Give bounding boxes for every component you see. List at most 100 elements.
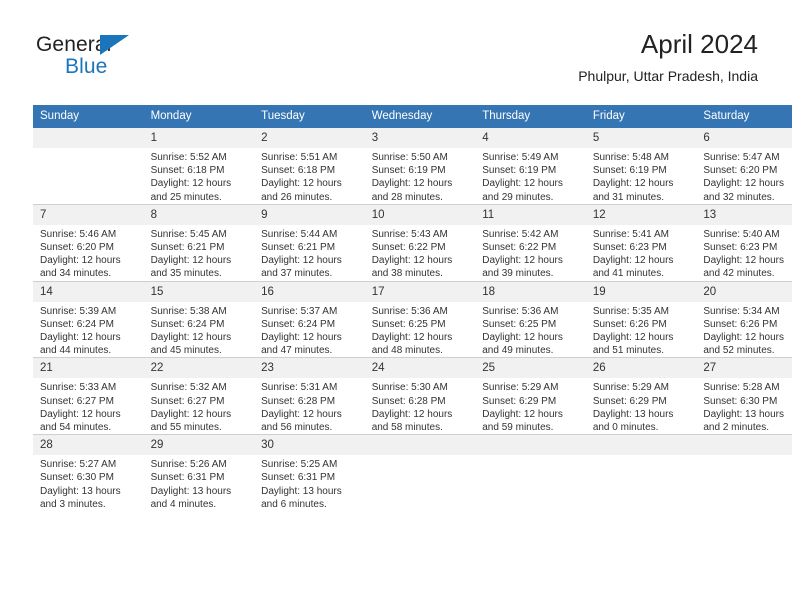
day-detail-line: and 55 minutes. <box>150 422 222 434</box>
calendar-day-cell[interactable]: 6 Sunrise: 5:47 AM Sunset: 6:20 PM Daylight… <box>696 127 792 205</box>
day-detail-line: Sunrise: 5:39 AM <box>40 305 117 317</box>
calendar-empty-cell <box>364 434 476 512</box>
day-detail-line: Sunrise: 5:32 AM <box>150 382 227 394</box>
calendar-day-cell[interactable]: 1 Sunrise: 5:52 AM Sunset: 6:18 PM Daylight… <box>143 127 255 205</box>
day-detail-line: Sunset: 6:21 PM <box>261 242 336 254</box>
day-detail-line: Daylight: 12 hours <box>482 255 563 267</box>
day-detail-line: Sunrise: 5:29 AM <box>592 382 669 394</box>
calendar-day-cell[interactable]: 5 Sunrise: 5:48 AM Sunset: 6:19 PM Daylight… <box>585 127 697 205</box>
calendar-week-row: 21 Sunrise: 5:33 AM Sunset: 6:27 PM Dayligh… <box>33 357 792 436</box>
day-detail-line: Sunset: 6:24 PM <box>150 318 225 330</box>
calendar-day-cell[interactable]: 16 Sunrise: 5:37 AM Sunset: 6:24 PM Dayligh… <box>254 280 365 359</box>
calendar-day-cell[interactable]: 23 Sunrise: 5:31 AM Sunset: 6:28 PM Dayligh… <box>254 357 365 436</box>
day-number: 28 <box>33 435 144 456</box>
calendar-day-cell[interactable]: 4 Sunrise: 5:49 AM Sunset: 6:19 PM Daylight… <box>475 127 586 205</box>
day-number: 15 <box>143 281 255 302</box>
day-details: Sunrise: 5:27 AM Sunset: 6:30 PM Daylight:… <box>33 455 144 511</box>
calendar-day-cell[interactable]: 8 Sunrise: 5:45 AM Sunset: 6:21 PM Daylight… <box>143 203 255 282</box>
calendar-day-cell[interactable]: 24 Sunrise: 5:30 AM Sunset: 6:28 PM Dayligh… <box>364 357 476 436</box>
day-detail-line: Sunrise: 5:30 AM <box>371 382 448 394</box>
day-detail-line: Sunset: 6:19 PM <box>592 165 667 177</box>
day-number: 18 <box>475 281 586 302</box>
day-detail-line: Sunrise: 5:43 AM <box>371 228 448 240</box>
day-number: 11 <box>475 204 586 225</box>
day-details: Sunrise: 5:46 AM Sunset: 6:20 PM Daylight:… <box>33 225 144 281</box>
calendar-day-cell[interactable]: 11 Sunrise: 5:42 AM Sunset: 6:22 PM Dayligh… <box>475 203 586 282</box>
page-header: General Blue April 2024 Phulpur, Uttar P… <box>33 28 758 96</box>
day-detail-line: Sunrise: 5:28 AM <box>703 382 780 394</box>
day-detail-line: Daylight: 12 hours <box>703 255 784 267</box>
day-details: Sunrise: 5:41 AM Sunset: 6:23 PM Daylight:… <box>586 225 697 281</box>
calendar-week-row: 1 Sunrise: 5:52 AM Sunset: 6:18 PM Daylight… <box>33 127 792 205</box>
day-details: Sunrise: 5:29 AM Sunset: 6:29 PM Daylight:… <box>475 378 586 434</box>
day-details: Sunrise: 5:43 AM Sunset: 6:22 PM Daylight:… <box>365 225 476 281</box>
calendar-day-cell[interactable]: 30 Sunrise: 5:25 AM Sunset: 6:31 PM Dayligh… <box>254 434 365 512</box>
day-detail-line: Sunset: 6:23 PM <box>592 242 667 254</box>
logo-word-blue: Blue <box>65 55 108 78</box>
calendar-day-cell[interactable]: 28 Sunrise: 5:27 AM Sunset: 6:30 PM Dayligh… <box>33 434 144 512</box>
day-detail-line: and 58 minutes. <box>371 422 443 434</box>
calendar-day-cell[interactable]: 15 Sunrise: 5:38 AM Sunset: 6:24 PM Dayligh… <box>143 280 255 359</box>
calendar-day-cell[interactable]: 25 Sunrise: 5:29 AM Sunset: 6:29 PM Dayligh… <box>475 357 586 436</box>
day-detail-line: Daylight: 12 hours <box>592 178 674 190</box>
day-number: 12 <box>585 204 697 225</box>
day-detail-line: Daylight: 12 hours <box>371 408 453 420</box>
day-number: 20 <box>696 281 792 302</box>
calendar-day-cell[interactable]: 12 Sunrise: 5:41 AM Sunset: 6:23 PM Dayligh… <box>585 203 697 282</box>
day-detail-line: Daylight: 12 hours <box>371 332 453 344</box>
day-details: Sunrise: 5:40 AM Sunset: 6:23 PM Daylight:… <box>696 225 792 281</box>
day-details: Sunrise: 5:31 AM Sunset: 6:28 PM Daylight:… <box>254 378 365 434</box>
day-detail-line: and 32 minutes. <box>703 191 775 203</box>
day-detail-line: and 31 minutes. <box>592 191 664 203</box>
calendar-day-cell[interactable]: 26 Sunrise: 5:29 AM Sunset: 6:29 PM Dayligh… <box>585 357 697 436</box>
day-detail-line: Daylight: 13 hours <box>703 408 784 420</box>
day-detail-line: Sunset: 6:30 PM <box>703 395 778 407</box>
day-number: 24 <box>364 358 476 379</box>
day-detail-line: Sunrise: 5:48 AM <box>592 152 669 163</box>
day-detail-line: Sunrise: 5:29 AM <box>482 382 559 394</box>
calendar-day-cell[interactable]: 7 Sunrise: 5:46 AM Sunset: 6:20 PM Daylight… <box>33 203 144 282</box>
day-detail-line: Sunset: 6:29 PM <box>592 395 667 407</box>
calendar-day-cell[interactable]: 29 Sunrise: 5:26 AM Sunset: 6:31 PM Dayligh… <box>143 434 255 512</box>
calendar-day-cell[interactable]: 22 Sunrise: 5:32 AM Sunset: 6:27 PM Dayligh… <box>143 357 255 436</box>
calendar-day-cell[interactable]: 9 Sunrise: 5:44 AM Sunset: 6:21 PM Daylight… <box>254 203 365 282</box>
calendar-day-cell[interactable]: 17 Sunrise: 5:36 AM Sunset: 6:25 PM Dayligh… <box>364 280 476 359</box>
day-detail-line: Sunset: 6:24 PM <box>40 318 114 330</box>
calendar-day-cell[interactable]: 2 Sunrise: 5:51 AM Sunset: 6:18 PM Daylight… <box>254 127 365 205</box>
weekday-header-tuesday: Tuesday <box>254 105 365 128</box>
page-subtitle: Phulpur, Uttar Pradesh, India <box>578 68 758 84</box>
day-detail-line: and 56 minutes. <box>261 422 333 434</box>
day-details: Sunrise: 5:37 AM Sunset: 6:24 PM Daylight:… <box>254 302 365 358</box>
calendar-empty-cell <box>475 434 586 512</box>
day-number: 4 <box>475 128 586 148</box>
calendar-day-cell[interactable]: 20 Sunrise: 5:34 AM Sunset: 6:26 PM Dayligh… <box>696 280 792 359</box>
day-detail-line: Daylight: 12 hours <box>482 332 563 344</box>
day-detail-line: Sunset: 6:25 PM <box>482 318 557 330</box>
calendar-page: General Blue April 2024 Phulpur, Uttar P… <box>0 0 792 612</box>
day-details <box>696 455 792 458</box>
calendar-empty-cell <box>696 434 792 512</box>
calendar-day-cell[interactable]: 13 Sunrise: 5:40 AM Sunset: 6:23 PM Dayligh… <box>696 203 792 282</box>
calendar-day-cell[interactable]: 19 Sunrise: 5:35 AM Sunset: 6:26 PM Dayligh… <box>585 280 697 359</box>
weekday-header-thursday: Thursday <box>475 105 586 128</box>
calendar-day-cell[interactable]: 18 Sunrise: 5:36 AM Sunset: 6:25 PM Dayligh… <box>475 280 586 359</box>
day-number: 29 <box>143 435 255 456</box>
day-number: 7 <box>33 204 144 225</box>
day-detail-line: Sunset: 6:19 PM <box>482 165 557 177</box>
day-detail-line: and 6 minutes. <box>261 498 327 510</box>
day-number: 17 <box>364 281 476 302</box>
calendar-day-cell[interactable]: 27 Sunrise: 5:28 AM Sunset: 6:30 PM Dayligh… <box>696 357 792 436</box>
calendar-day-cell[interactable]: 14 Sunrise: 5:39 AM Sunset: 6:24 PM Dayligh… <box>33 280 144 359</box>
calendar-day-cell[interactable]: 3 Sunrise: 5:50 AM Sunset: 6:19 PM Daylight… <box>364 127 476 205</box>
calendar-day-cell[interactable]: 10 Sunrise: 5:43 AM Sunset: 6:22 PM Dayligh… <box>364 203 476 282</box>
calendar-day-cell[interactable]: 21 Sunrise: 5:33 AM Sunset: 6:27 PM Dayligh… <box>33 357 144 436</box>
day-detail-line: Daylight: 12 hours <box>482 178 563 190</box>
day-detail-line: Sunrise: 5:52 AM <box>150 152 227 163</box>
day-number <box>585 435 697 456</box>
day-details: Sunrise: 5:28 AM Sunset: 6:30 PM Daylight:… <box>696 378 792 434</box>
day-detail-line: Sunset: 6:22 PM <box>371 242 446 254</box>
calendar-empty-cell <box>33 127 144 205</box>
weekday-header-wednesday: Wednesday <box>364 105 476 128</box>
day-detail-line: Sunrise: 5:33 AM <box>40 382 117 394</box>
general-blue-logo[interactable]: General Blue <box>36 33 176 85</box>
